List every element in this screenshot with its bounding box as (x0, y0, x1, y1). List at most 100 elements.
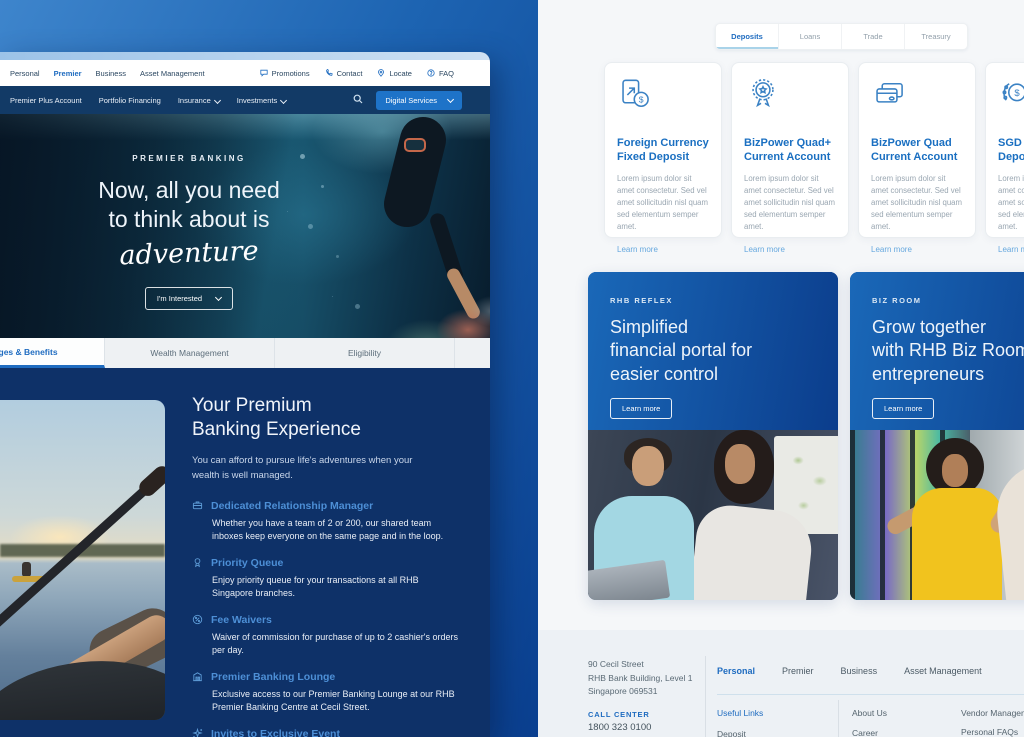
contact-link[interactable]: Contact (325, 69, 363, 78)
footer-link-about-us[interactable]: About Us (852, 708, 887, 718)
learn-more-link[interactable]: Learn more (744, 245, 836, 254)
benefit-title[interactable]: Invites to Exclusive Event (211, 728, 340, 737)
kayak-photo (0, 400, 165, 720)
footer-links-col3: Vendor Management Personal FAQs (961, 708, 1024, 737)
nav-investments[interactable]: Investments (237, 96, 286, 105)
learn-more-label: Learn more (871, 245, 912, 254)
learn-more-label: Learn more (744, 245, 785, 254)
tab-trade[interactable]: Trade (842, 24, 905, 49)
tab-privileges-benefits[interactable]: Privileges & Benefits (0, 338, 105, 368)
benefit-item: Invites to Exclusive Event Invites to ou… (192, 728, 462, 737)
biz-room-banner[interactable]: BIZ ROOM Grow together with RHB Biz Room… (850, 272, 1024, 600)
nav-premier-plus-account[interactable]: Premier Plus Account (10, 96, 82, 105)
locate-link[interactable]: Locate (377, 69, 412, 78)
footer-link-career[interactable]: Career (852, 728, 887, 737)
biz-room-banner-photo (850, 430, 1024, 600)
utility-nav: Personal Premier Business Asset Manageme… (0, 60, 490, 86)
im-interested-label: I'm Interested (157, 294, 202, 303)
utility-nav-premier[interactable]: Premier (54, 69, 82, 78)
biz-room-learn-more-button[interactable]: Learn more (872, 398, 934, 419)
reflex-banner[interactable]: RHB REFLEX Simplified financial portal f… (588, 272, 838, 600)
cards-icon (871, 76, 909, 114)
product-card-sgd-fixed-deposit[interactable]: $ SGD Fixed Deposit Account Lorem ipsum … (985, 62, 1024, 238)
useful-links-label: Useful Links (717, 708, 763, 718)
product-card-foreign-currency[interactable]: $ Foreign Currency Fixed Deposit Lorem i… (604, 62, 722, 238)
hero-script-word: adventure (55, 233, 324, 273)
benefit-item: Premier Banking Lounge Exclusive access … (192, 671, 462, 715)
tab-eligibility[interactable]: Eligibility (275, 338, 455, 368)
hero-heading-line2: to think about is (55, 205, 323, 234)
footer-link-deposit[interactable]: Deposit (717, 729, 835, 737)
experience-heading: Your Premium Banking Experience (192, 394, 462, 442)
learn-more-link[interactable]: Learn more (617, 245, 709, 254)
promotions-link[interactable]: Promotions (260, 69, 310, 78)
tab-treasury[interactable]: Treasury (905, 24, 967, 49)
learn-more-link[interactable]: Learn more (871, 245, 963, 254)
top-accent-bar (0, 52, 490, 60)
contact-label: Contact (337, 69, 363, 78)
benefit-title[interactable]: Premier Banking Lounge (211, 671, 335, 683)
learn-more-label: Learn more (998, 245, 1024, 254)
footer-address: 90 Cecil Street RHB Bank Building, Level… (588, 658, 692, 699)
experience-description: You can afford to pursue life's adventur… (192, 454, 424, 483)
product-card-bizpower-quad[interactable]: BizPower Quad Current Account Lorem ipsu… (858, 62, 976, 238)
benefit-title[interactable]: Priority Queue (211, 557, 283, 569)
footer-divider-vertical-1 (705, 656, 706, 737)
footer-tab-personal[interactable]: Personal (717, 666, 755, 676)
search-button[interactable] (353, 94, 363, 106)
sparkle-icon (192, 728, 203, 737)
footer-link-vendor-management[interactable]: Vendor Management (961, 708, 1024, 718)
biz-room-title: Grow together with RHB Biz Room entrepre… (872, 316, 1024, 386)
tab-loans[interactable]: Loans (779, 24, 842, 49)
call-center-phone[interactable]: 1800 323 0100 (588, 722, 651, 733)
footer-links-col2: About Us Career (852, 708, 887, 737)
im-interested-button[interactable]: I'm Interested (145, 287, 233, 310)
nav-insurance[interactable]: Insurance (178, 96, 220, 105)
footer-link-personal-faqs[interactable]: Personal FAQs (961, 727, 1024, 737)
address-line2: RHB Bank Building, Level 1 (588, 672, 692, 686)
card-title: SGD Fixed Deposit Account (998, 136, 1024, 165)
tab-deposits[interactable]: Deposits (716, 24, 779, 49)
locate-label: Locate (389, 69, 412, 78)
footer-tab-asset-management[interactable]: Asset Management (904, 666, 982, 676)
utility-nav-personal[interactable]: Personal (10, 69, 40, 78)
reflex-title-line3: easier control (610, 363, 816, 386)
benefits-list: Dedicated Relationship Manager Whether y… (192, 500, 462, 737)
reflex-title-line1: Simplified (610, 316, 816, 339)
utility-nav-asset-management[interactable]: Asset Management (140, 69, 205, 78)
utility-nav-business[interactable]: Business (96, 69, 126, 78)
footer-tab-premier[interactable]: Premier (782, 666, 814, 676)
fx-deposit-icon: $ (617, 76, 655, 114)
footer-tab-business[interactable]: Business (841, 666, 878, 676)
digital-services-button[interactable]: Digital Services (376, 91, 462, 110)
contact-icon (325, 69, 333, 77)
product-card-bizpower-quad-plus[interactable]: BizPower Quad+ Current Account Lorem ips… (731, 62, 849, 238)
briefcase-icon (192, 500, 203, 511)
digital-services-label: Digital Services (385, 96, 437, 105)
learn-more-link[interactable]: Learn more (998, 245, 1024, 254)
benefit-title[interactable]: Fee Waivers (211, 614, 272, 626)
benefit-description: Enjoy priority queue for your transactio… (212, 574, 460, 601)
benefit-description: Whether you have a team of 2 or 200, our… (212, 517, 460, 544)
tab-wealth-management[interactable]: Wealth Management (105, 338, 275, 368)
footer-divider-horizontal (717, 694, 1024, 695)
nav-portfolio-financing[interactable]: Portfolio Financing (99, 96, 161, 105)
card-body: Lorem ipsum dolor sit amet consectetur. … (871, 173, 963, 233)
promotions-icon (260, 69, 268, 77)
footer-link-useful-links[interactable]: Useful Links (717, 708, 835, 718)
reflex-eyebrow: RHB REFLEX (610, 296, 816, 305)
medal-icon (192, 557, 203, 568)
tab-privileges-benefits-label: Privileges & Benefits (0, 347, 58, 357)
promotions-label: Promotions (272, 69, 310, 78)
faq-link[interactable]: FAQ (427, 69, 454, 78)
benefit-title[interactable]: Dedicated Relationship Manager (211, 500, 373, 512)
benefit-item: Fee Waivers Waiver of commission for pur… (192, 614, 462, 658)
call-center-label: CALL CENTER (588, 710, 650, 719)
learn-more-label: Learn more (622, 404, 660, 413)
chevron-down-icon (215, 294, 222, 301)
biz-room-title-line2: with RHB Biz Room (872, 339, 1024, 362)
reflex-learn-more-button[interactable]: Learn more (610, 398, 672, 419)
benefit-item: Priority Queue Enjoy priority queue for … (192, 557, 462, 601)
locate-icon (377, 69, 385, 77)
faq-label: FAQ (439, 69, 454, 78)
